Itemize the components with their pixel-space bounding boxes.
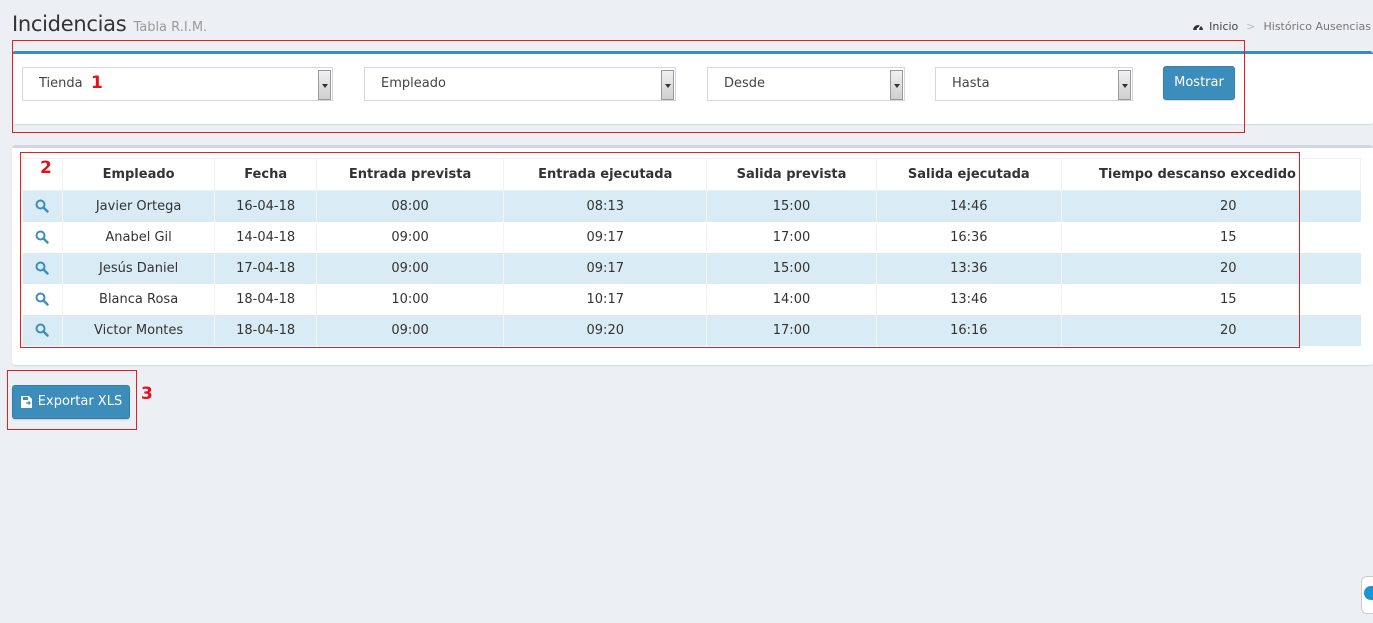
annotation-label-2: 2	[40, 158, 52, 178]
breadcrumb-home-link[interactable]: Inicio	[1209, 20, 1238, 33]
page-title: Incidencias	[12, 12, 127, 36]
annotation-box-1	[12, 40, 1245, 133]
page-subtitle: Tabla R.I.M.	[133, 20, 208, 35]
page-header: Incidencias Tabla R.I.M.	[12, 12, 207, 40]
breadcrumb-current: Histórico Ausencias	[1263, 20, 1372, 33]
breadcrumb-separator: >	[1246, 20, 1256, 33]
annotation-box-2	[20, 152, 1300, 348]
dashboard-icon	[1193, 24, 1204, 30]
annotation-label-3: 3	[141, 384, 153, 404]
side-chat-widget[interactable]	[1361, 576, 1373, 614]
annotation-label-1: 1	[91, 73, 103, 93]
annotation-box-3	[7, 370, 137, 430]
breadcrumb: Inicio > Histórico Ausencias	[1192, 20, 1371, 33]
